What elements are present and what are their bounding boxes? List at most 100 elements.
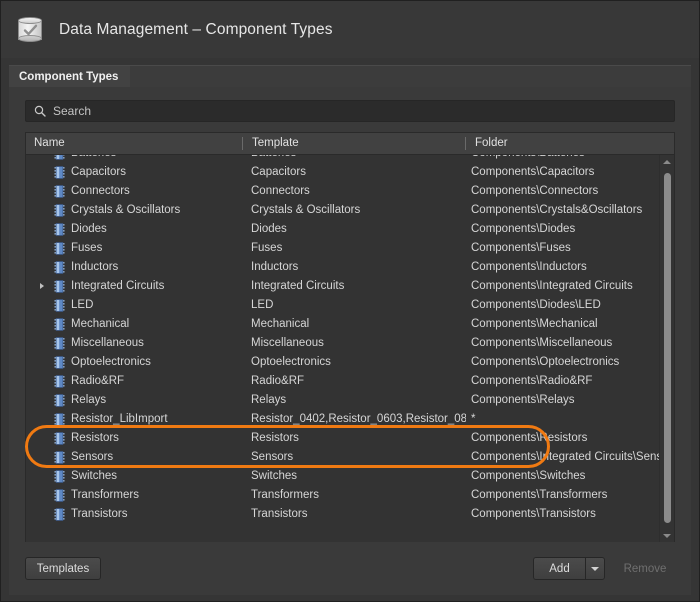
cell-folder: Components\Resistors	[471, 429, 660, 448]
cell-folder: Components\Crystals&Oscillators	[471, 201, 660, 220]
cell-folder: Components\Fuses	[471, 239, 660, 258]
tab-component-types[interactable]: Component Types	[9, 66, 130, 88]
add-dropdown-button[interactable]	[585, 557, 605, 580]
cell-template: Optoelectronics	[251, 353, 466, 372]
component-chip-icon	[53, 432, 66, 445]
tab-label: Component Types	[19, 71, 118, 83]
cell-name: Radio&RF	[71, 372, 256, 391]
table-row[interactable]: SwitchesSwitchesComponents\Switches	[26, 467, 660, 486]
table-row[interactable]: OptoelectronicsOptoelectronicsComponents…	[26, 353, 660, 372]
component-chip-icon	[53, 470, 66, 483]
cell-folder: Components\Diodes\LED	[471, 296, 660, 315]
cell-name: Resistor_LibImport	[71, 410, 256, 429]
table-row[interactable]: Resistor_LibImportResistor_0402,Resistor…	[26, 410, 660, 429]
table-row[interactable]: BatteriesBatteries Components\Batteries	[26, 155, 660, 163]
search-icon	[34, 105, 46, 117]
column-divider-2[interactable]	[465, 137, 466, 150]
cell-template: Miscellaneous	[251, 334, 466, 353]
cell-folder: Components\Batteries	[471, 155, 660, 163]
table-row[interactable]: ConnectorsConnectorsComponents\Connector…	[26, 182, 660, 201]
cell-name: Diodes	[71, 220, 256, 239]
table-row[interactable]: MiscellaneousMiscellaneousComponents\Mis…	[26, 334, 660, 353]
cell-template: Fuses	[251, 239, 466, 258]
component-chip-icon	[53, 242, 66, 255]
expand-triangle-icon[interactable]	[40, 283, 44, 289]
component-chip-icon	[53, 185, 66, 198]
scrollbar-thumb[interactable]	[664, 173, 671, 523]
table-row[interactable]: Crystals & OscillatorsCrystals & Oscilla…	[26, 201, 660, 220]
cell-template: Mechanical	[251, 315, 466, 334]
component-chip-icon	[53, 299, 66, 312]
cell-name: Miscellaneous	[71, 334, 256, 353]
column-header-template[interactable]: Template	[252, 133, 299, 154]
column-header-name[interactable]: Name	[34, 133, 65, 154]
table-row[interactable]: ResistorsResistorsComponents\Resistors	[26, 429, 660, 448]
cell-name: Mechanical	[71, 315, 256, 334]
cell-template: Switches	[251, 467, 466, 486]
component-chip-icon	[53, 356, 66, 369]
cell-template: Transformers	[251, 486, 466, 505]
chevron-down-icon	[591, 567, 599, 571]
add-button[interactable]: Add	[533, 557, 585, 580]
component-chip-icon	[53, 261, 66, 274]
scroll-down-arrow-icon[interactable]	[660, 529, 674, 542]
grid-rows-viewport: BatteriesBatteriesComponents\BatteriesCa…	[26, 155, 660, 542]
component-chip-icon	[53, 489, 66, 502]
search-input[interactable]: Search	[25, 100, 675, 122]
cell-name: Fuses	[71, 239, 256, 258]
cell-name: Integrated Circuits	[71, 277, 256, 296]
cell-folder: Components\Transformers	[471, 486, 660, 505]
table-row[interactable]: CapacitorsCapacitors Components\Capacitor…	[26, 163, 660, 182]
cell-name: LED	[71, 296, 256, 315]
component-types-panel: Search Name Template Folder BatteriesBat…	[9, 87, 691, 595]
cell-template: Diodes	[251, 220, 466, 239]
cell-folder: *	[471, 410, 660, 429]
database-check-icon	[15, 15, 45, 45]
cell-folder: Components\Integrated Circuits\Sensors	[471, 448, 660, 467]
templates-button[interactable]: Templates	[25, 557, 101, 580]
table-row[interactable]: LEDLEDComponents\Diodes\LED	[26, 296, 660, 315]
component-types-grid: Name Template Folder BatteriesBatteriesC…	[25, 132, 675, 542]
cell-folder: Components\Capacitors	[471, 163, 660, 182]
cell-folder: Components\Diodes	[471, 220, 660, 239]
table-row[interactable]: TransistorsTransistorsComponents\Transis…	[26, 505, 660, 524]
component-chip-icon	[53, 204, 66, 217]
cell-folder: Components\Connectors	[471, 182, 660, 201]
column-divider-1[interactable]	[242, 137, 243, 150]
grid-vertical-scrollbar[interactable]	[659, 155, 674, 542]
table-row[interactable]: Radio&RFRadio&RFComponents\Radio&RF	[26, 372, 660, 391]
cell-folder: Components\Relays	[471, 391, 660, 410]
grid-rows-container: BatteriesBatteriesComponents\BatteriesCa…	[26, 155, 660, 524]
data-management-window: Data Management – Component Types Compon…	[0, 0, 700, 602]
remove-button[interactable]: Remove	[614, 557, 676, 580]
cell-folder: Components\Integrated Circuits	[471, 277, 660, 296]
component-chip-icon	[53, 318, 66, 331]
table-row[interactable]: RelaysRelaysComponents\Relays	[26, 391, 660, 410]
cell-template: Resistors	[251, 429, 466, 448]
column-header-folder[interactable]: Folder	[475, 133, 508, 154]
cell-template: Capacitors	[251, 163, 466, 182]
table-row[interactable]: InductorsInductorsComponents\Inductors	[26, 258, 660, 277]
cell-template: Sensors	[251, 448, 466, 467]
cell-name: Capacitors	[71, 163, 256, 182]
component-chip-icon	[53, 451, 66, 464]
window-titlebar: Data Management – Component Types	[1, 1, 699, 58]
component-chip-icon	[53, 375, 66, 388]
table-row[interactable]: TransformersTransformersComponents\Trans…	[26, 486, 660, 505]
templates-button-label: Templates	[37, 563, 89, 575]
table-row[interactable]: SensorsSensorsComponents\Integrated Circ…	[26, 448, 660, 467]
cell-name: Optoelectronics	[71, 353, 256, 372]
cell-template: Batteries	[251, 155, 466, 163]
table-row[interactable]: MechanicalMechanical Components\Mechanica…	[26, 315, 660, 334]
cell-folder: Components\Radio&RF	[471, 372, 660, 391]
table-row[interactable]: Integrated CircuitsIntegrated CircuitsCo…	[26, 277, 660, 296]
cell-name: Connectors	[71, 182, 256, 201]
cell-folder: Components\Mechanical	[471, 315, 660, 334]
cell-folder: Components\Switches	[471, 467, 660, 486]
table-row[interactable]: DiodesDiodes Components\Diodes	[26, 220, 660, 239]
scroll-up-arrow-icon[interactable]	[660, 155, 674, 168]
cell-name: Batteries	[71, 155, 256, 163]
component-chip-icon	[53, 337, 66, 350]
add-button-label: Add	[549, 563, 569, 575]
table-row[interactable]: FusesFuses Components\Fuses	[26, 239, 660, 258]
